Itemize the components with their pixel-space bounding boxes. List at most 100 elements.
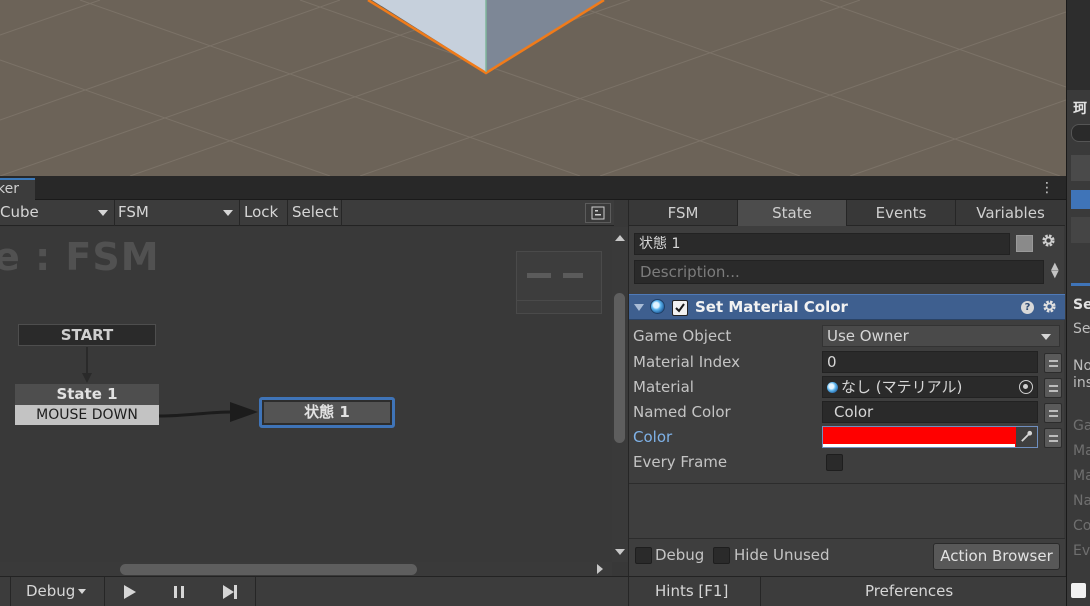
pause-icon[interactable]: [154, 577, 204, 606]
action-state-icon: [650, 299, 665, 314]
inspector-tabs: FSM State Events Variables: [629, 200, 1065, 226]
tab-state[interactable]: State: [738, 200, 847, 226]
inspector-title-text: Se: [1073, 297, 1090, 313]
state-node-state1[interactable]: State 1 MOUSE DOWN: [15, 384, 159, 426]
inspector-text: Se: [1073, 321, 1090, 337]
graph-horizontal-scrollbar[interactable]: [0, 562, 612, 576]
material-value: なし (マテリアル): [841, 378, 963, 396]
inspector-dim-text: Ga: [1073, 418, 1090, 434]
prop-label: Named Color: [633, 403, 731, 421]
help-icon[interactable]: ?: [1021, 301, 1034, 314]
inspector-text: ins: [1073, 375, 1090, 391]
state-node-event[interactable]: MOUSE DOWN: [15, 405, 159, 425]
chevron-down-icon: [1041, 334, 1051, 340]
hints-button[interactable]: Hints [F1]: [655, 577, 728, 605]
prop-row-material-index: Material Index 0: [633, 350, 1063, 374]
select-button[interactable]: Select: [288, 200, 342, 226]
debug-dropdown[interactable]: Debug: [26, 577, 75, 605]
eyedropper-icon[interactable]: [1016, 427, 1037, 447]
scrollbar-thumb[interactable]: [120, 564, 417, 575]
every-frame-checkbox[interactable]: [826, 454, 843, 471]
state-name-input[interactable]: 状態 1: [634, 233, 1010, 255]
playmaker-tab[interactable]: ker: [0, 178, 35, 200]
scene-view[interactable]: [0, 0, 1066, 176]
inspector-dim-text: Na: [1073, 493, 1090, 509]
inspector-footer: Debug Hide Unused Action Browser: [629, 538, 1065, 576]
prop-row-every-frame: Every Frame: [633, 450, 1063, 474]
toolbar-separator: [10, 577, 11, 606]
hide-unused-label: Hide Unused: [734, 546, 830, 564]
history-icon[interactable]: [1071, 155, 1090, 181]
fsm-graph-canvas[interactable]: e : FSM START State 1 MOUSE DOWN 状態 1: [0, 227, 612, 562]
preferences-button[interactable]: Preferences: [865, 577, 953, 605]
inspector-text: No: [1073, 358, 1090, 374]
graph-settings-icon[interactable]: [585, 203, 611, 223]
inspector-dim-text: Ma: [1073, 468, 1090, 484]
action-enabled-checkbox[interactable]: [672, 300, 688, 316]
search-icon[interactable]: [1071, 124, 1090, 142]
inspector-divider: [629, 483, 1065, 484]
chevron-down-icon: [223, 210, 233, 216]
inspector-dim-text: Ev: [1073, 543, 1090, 559]
tab-fsm[interactable]: FSM: [629, 200, 738, 226]
start-node[interactable]: START: [18, 324, 156, 346]
prop-label: Every Frame: [633, 453, 728, 471]
gameobject-dropdown[interactable]: Cube: [0, 200, 115, 226]
kebab-menu-icon[interactable]: ⋮: [1040, 179, 1054, 197]
gear-icon[interactable]: [1041, 233, 1056, 252]
component-icon[interactable]: [1071, 217, 1090, 243]
gear-icon[interactable]: [1042, 299, 1057, 318]
action-browser-button[interactable]: Action Browser: [933, 543, 1060, 570]
prop-row-named-color: Named Color Color: [633, 400, 1063, 424]
material-object-field[interactable]: なし (マテリアル): [822, 376, 1038, 398]
collapse-arrow-icon[interactable]: [634, 304, 644, 311]
chevron-down-icon: [98, 210, 108, 216]
debug-checkbox[interactable]: [635, 547, 652, 564]
state-node-selected[interactable]: 状態 1: [259, 397, 395, 428]
tab-variables[interactable]: Variables: [956, 200, 1065, 226]
color-field[interactable]: [822, 426, 1038, 448]
state-node-title: State 1: [15, 384, 159, 405]
scroll-down-icon[interactable]: [615, 549, 625, 555]
prop-row-color: Color: [633, 425, 1063, 449]
inspector-header-char: 珂: [1073, 101, 1087, 117]
lock-button[interactable]: Lock: [240, 200, 288, 226]
debug-label: Debug: [655, 546, 705, 564]
transition-line: [158, 410, 233, 418]
play-icon[interactable]: [104, 577, 154, 606]
game-object-dropdown[interactable]: Use Owner: [822, 325, 1060, 347]
hide-unused-checkbox[interactable]: [713, 547, 730, 564]
variable-toggle-button[interactable]: [1044, 428, 1062, 448]
checkbox[interactable]: [1071, 583, 1086, 598]
scrollbar-thumb[interactable]: [614, 293, 625, 443]
prop-row-material: Material なし (マテリアル): [633, 375, 1063, 399]
variable-toggle-button[interactable]: [1044, 353, 1062, 373]
description-input[interactable]: Description...: [634, 260, 1044, 284]
variable-toggle-button[interactable]: [1044, 378, 1062, 398]
prop-label: Material: [633, 378, 694, 396]
step-icon[interactable]: [205, 577, 255, 606]
fsm-dropdown[interactable]: FSM: [115, 200, 240, 226]
prop-label: Color: [633, 428, 673, 446]
bottom-toolbar: Debug Hints [F1] Preferences: [0, 576, 1066, 606]
variable-toggle-button[interactable]: [1044, 403, 1062, 423]
toolbar-separator: [255, 577, 256, 606]
scroll-right-icon[interactable]: [597, 564, 603, 574]
scroll-up-icon[interactable]: [615, 235, 625, 241]
action-title: Set Material Color: [695, 298, 848, 316]
selected-item[interactable]: [1071, 190, 1090, 209]
material-icon: [827, 382, 838, 393]
named-color-input[interactable]: Color: [822, 401, 1038, 423]
state-color-swatch[interactable]: [1016, 235, 1033, 252]
material-index-input[interactable]: 0: [822, 351, 1038, 373]
panel-tab-bar: ker ⋮: [0, 176, 1066, 200]
graph-vertical-scrollbar[interactable]: [612, 227, 628, 562]
object-picker-icon[interactable]: [1019, 380, 1033, 394]
action-header[interactable]: Set Material Color ?: [629, 294, 1065, 320]
graph-toolbar: Cube FSM Lock Select: [0, 200, 614, 226]
transition-arrow: [230, 402, 258, 422]
tab-events[interactable]: Events: [847, 200, 956, 226]
unity-inspector-sliver: 珂 Se Se No ins Ga Ma Ma Na Co Ev: [1066, 0, 1090, 606]
resize-stepper-icon[interactable]: ▲ ▼: [1051, 262, 1059, 280]
inspector-dim-text: Ma: [1073, 443, 1090, 459]
